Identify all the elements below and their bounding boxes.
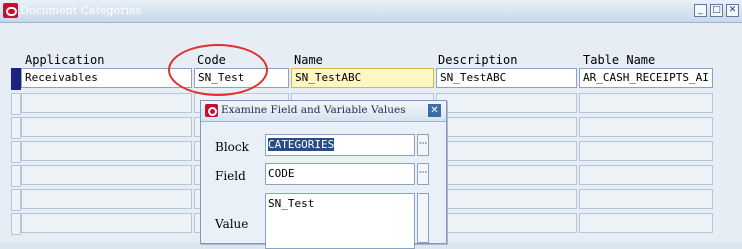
- description-cell[interactable]: SN_TestABC: [436, 68, 577, 88]
- empty-cell[interactable]: [21, 213, 192, 233]
- column-header-table-name: Table Name: [583, 53, 656, 67]
- maximize-button[interactable]: □: [710, 4, 723, 17]
- field-field[interactable]: CODE: [265, 163, 415, 185]
- name-cell[interactable]: SN_TestABC: [291, 68, 434, 88]
- empty-cell[interactable]: [579, 117, 713, 137]
- empty-cell[interactable]: [21, 93, 192, 113]
- column-header-description: Description: [438, 53, 518, 67]
- examine-dialog: Examine Field and Variable Values ✕ Bloc…: [200, 100, 447, 249]
- empty-cell[interactable]: [21, 141, 192, 161]
- field-lov-button[interactable]: ···: [417, 163, 429, 185]
- record-indicator[interactable]: [11, 117, 21, 139]
- block-label: Block: [215, 140, 249, 154]
- empty-cell[interactable]: [579, 165, 713, 185]
- record-indicator[interactable]: [11, 165, 21, 187]
- empty-cell[interactable]: [436, 165, 577, 185]
- dialog-titlebar: Examine Field and Variable Values ✕: [201, 101, 446, 122]
- record-indicator-current[interactable]: [11, 68, 21, 90]
- record-indicator[interactable]: [11, 93, 21, 115]
- block-lov-button[interactable]: ···: [417, 134, 429, 156]
- annotation-circle: [168, 44, 268, 96]
- empty-cell[interactable]: [21, 117, 192, 137]
- record-indicator[interactable]: [11, 213, 21, 235]
- value-field[interactable]: SN_Test: [265, 193, 415, 249]
- empty-cell[interactable]: [579, 93, 713, 113]
- dialog-title: Examine Field and Variable Values: [221, 104, 406, 116]
- empty-cell[interactable]: [21, 165, 192, 185]
- column-header-name: Name: [294, 53, 323, 67]
- empty-cell[interactable]: [579, 213, 713, 233]
- close-window-button[interactable]: ✕: [726, 4, 739, 17]
- oracle-app-icon: [3, 3, 18, 18]
- window-title: Document Categories: [20, 4, 142, 17]
- window-titlebar: Document Categories _ □ ✕: [0, 0, 742, 23]
- empty-cell[interactable]: [579, 141, 713, 161]
- empty-cell[interactable]: [436, 141, 577, 161]
- empty-cell[interactable]: [436, 93, 577, 113]
- value-scrollbar[interactable]: [417, 193, 429, 243]
- empty-cell[interactable]: [579, 189, 713, 209]
- application-cell[interactable]: Receivables: [21, 68, 192, 88]
- block-value: CATEGORIES: [268, 138, 335, 151]
- value-label: Value: [215, 217, 249, 231]
- block-field[interactable]: CATEGORIES: [265, 134, 415, 156]
- empty-cell[interactable]: [21, 189, 192, 209]
- table-name-cell[interactable]: AR_CASH_RECEIPTS_AI: [579, 68, 713, 88]
- record-indicator[interactable]: [11, 189, 21, 211]
- empty-cell[interactable]: [436, 213, 577, 233]
- column-header-application: Application: [25, 53, 105, 67]
- record-indicator[interactable]: [11, 141, 21, 163]
- dialog-close-button[interactable]: ✕: [428, 104, 441, 117]
- field-label: Field: [215, 169, 246, 183]
- empty-cell[interactable]: [436, 189, 577, 209]
- minimize-button[interactable]: _: [694, 4, 707, 17]
- empty-cell[interactable]: [436, 117, 577, 137]
- oracle-dialog-icon: [205, 104, 218, 117]
